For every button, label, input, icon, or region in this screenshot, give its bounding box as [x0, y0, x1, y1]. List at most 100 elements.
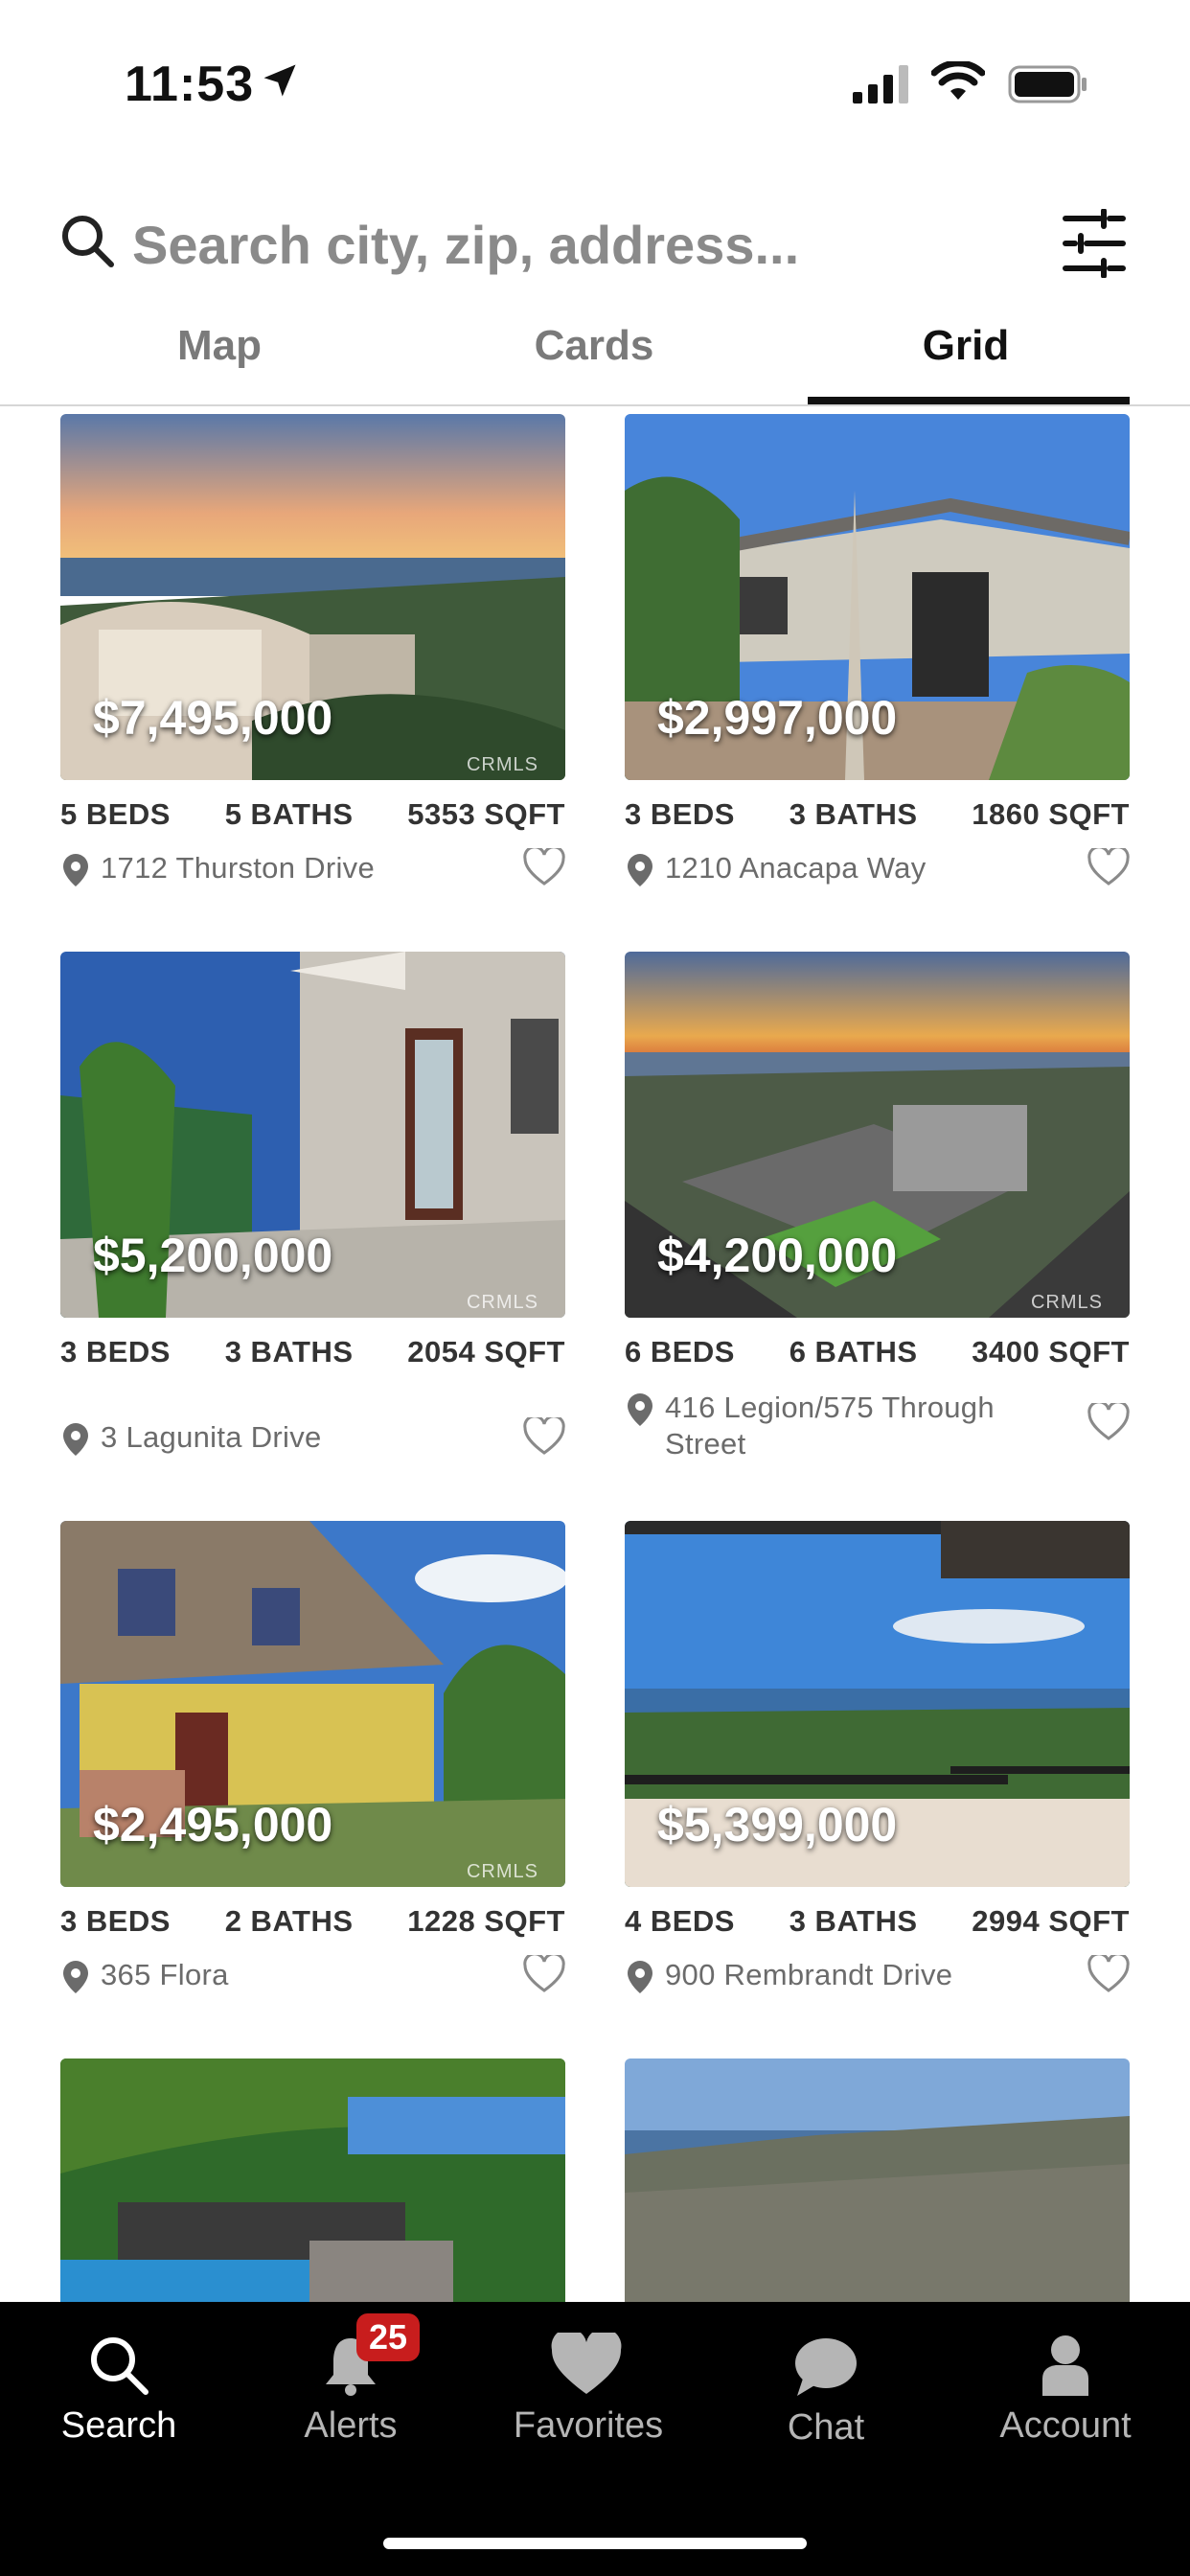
sqft-value: 3400 SQFT — [972, 1335, 1130, 1368]
wifi-icon — [931, 61, 985, 100]
listing-price: $2,495,000 — [93, 1798, 333, 1852]
tab-grid[interactable]: Grid — [808, 322, 1124, 404]
beds-count: 6 BEDS — [625, 1335, 735, 1368]
mls-watermark: CRMLS — [1030, 1292, 1103, 1313]
baths-count: 6 BATHS — [789, 1335, 918, 1368]
tabbar-account[interactable]: Account — [947, 2302, 1184, 2474]
search-icon — [62, 216, 114, 267]
listing-specs: 4 BEDS 3 BATHS 2994 SQFT — [625, 1904, 1130, 1939]
tabbar-label: Search — [60, 2405, 177, 2446]
search-input[interactable] — [132, 207, 918, 282]
cellular-signal-icon — [853, 65, 908, 104]
listing-price: $2,997,000 — [657, 691, 898, 745]
status-bar: 11:53 — [0, 0, 1190, 144]
listing-card[interactable]: $5,200,000 CRMLS 3 BEDS 3 BATHS 2054 SQF… — [60, 952, 565, 1488]
beds-count: 3 BEDS — [60, 1904, 171, 1938]
status-time: 11:53 — [125, 57, 255, 112]
listing-address: 365 Flora — [101, 1958, 229, 1991]
listing-price: $5,399,000 — [657, 1798, 898, 1852]
baths-count: 5 BATHS — [224, 797, 354, 831]
listing-specs: 3 BEDS 2 BATHS 1228 SQFT — [60, 1904, 565, 1939]
listing-photo-image — [60, 2058, 565, 2302]
mls-watermark: CRMLS — [466, 754, 538, 775]
location-pin-icon — [628, 1393, 652, 1426]
listing-specs: 6 BEDS 6 BATHS 3400 SQFT — [625, 1335, 1130, 1369]
listing-address: 1210 Anacapa Way — [665, 851, 927, 885]
tabbar-favorites[interactable]: Favorites — [469, 2302, 707, 2474]
alerts-badge: 25 — [356, 2313, 420, 2361]
baths-count: 2 BATHS — [224, 1904, 354, 1938]
listing-photo[interactable]: $5,399,000 — [625, 1521, 1130, 1887]
mls-watermark: CRMLS — [466, 1292, 538, 1313]
sqft-value: 2054 SQFT — [407, 1335, 565, 1368]
tab-map[interactable]: Map — [61, 322, 378, 404]
listing-card[interactable]: $2,997,000 3 BEDS 3 BATHS 1860 SQFT 1210… — [625, 414, 1130, 912]
listing-photo[interactable]: $2,495,000 CRMLS — [60, 1521, 565, 1887]
beds-count: 5 BEDS — [60, 797, 171, 831]
tabbar-label: Chat — [787, 2407, 865, 2448]
active-tab-indicator — [808, 397, 1130, 404]
tabbar-alerts[interactable]: Alerts — [232, 2302, 469, 2474]
listing-photo[interactable]: $2,997,000 — [625, 414, 1130, 780]
bottom-tab-bar: Search Alerts Favorites Chat Account — [0, 2302, 1190, 2576]
mls-watermark: CRMLS — [466, 1861, 538, 1882]
listing-specs: 3 BEDS 3 BATHS 2054 SQFT — [60, 1335, 565, 1369]
tabbar-search[interactable]: Search — [0, 2302, 238, 2474]
location-pin-icon — [628, 1961, 652, 1993]
listing-card[interactable]: $4,200,000 CRMLS 6 BEDS 6 BATHS 3400 SQF… — [625, 952, 1130, 1488]
listing-address: 3 Lagunita Drive — [101, 1420, 322, 1454]
baths-count: 3 BATHS — [789, 797, 918, 831]
sqft-value: 2994 SQFT — [972, 1904, 1130, 1938]
sqft-value: 1860 SQFT — [972, 797, 1130, 831]
chat-bubble-icon — [795, 2338, 857, 2396]
tabbar-chat[interactable]: Chat — [707, 2302, 945, 2474]
sqft-value: 1228 SQFT — [407, 1904, 565, 1938]
home-indicator — [383, 2538, 807, 2549]
listing-card[interactable] — [625, 2058, 1130, 2302]
listing-specs: 3 BEDS 3 BATHS 1860 SQFT — [625, 797, 1130, 832]
listing-photo-image — [625, 2058, 1130, 2302]
location-pin-icon — [63, 1423, 88, 1456]
sqft-value: 5353 SQFT — [407, 797, 565, 831]
tab-cards[interactable]: Cards — [436, 322, 752, 404]
view-tabs: Map Cards Grid — [0, 316, 1190, 406]
beds-count: 3 BEDS — [60, 1335, 171, 1368]
beds-count: 3 BEDS — [625, 797, 735, 831]
search-bar — [0, 192, 1190, 297]
listing-price: $5,200,000 — [93, 1229, 333, 1282]
listing-photo[interactable]: $4,200,000 CRMLS — [625, 952, 1130, 1318]
favorite-heart-icon[interactable] — [523, 1955, 565, 1993]
listing-card[interactable]: $5,399,000 4 BEDS 3 BATHS 2994 SQFT 900 … — [625, 1521, 1130, 2019]
listing-address: 416 Legion/575 Through Street — [665, 1391, 995, 1460]
baths-count: 3 BATHS — [789, 1904, 918, 1938]
listing-address: 900 Rembrandt Drive — [665, 1958, 953, 1991]
heart-icon — [551, 2333, 622, 2394]
location-pin-icon — [63, 1961, 88, 1993]
listing-address: 1712 Thurston Drive — [101, 851, 376, 885]
listing-specs: 5 BEDS 5 BATHS 5353 SQFT — [60, 797, 565, 832]
location-pin-icon — [628, 854, 652, 886]
listing-photo[interactable]: $5,200,000 CRMLS — [60, 952, 565, 1318]
favorite-heart-icon[interactable] — [1087, 848, 1130, 886]
person-icon — [1042, 2335, 1088, 2396]
favorite-heart-icon[interactable] — [523, 1417, 565, 1456]
location-arrow-icon — [263, 64, 296, 97]
listing-card[interactable] — [60, 2058, 565, 2302]
listing-card[interactable]: $7,495,000 CRMLS 5 BEDS 5 BATHS 5353 SQF… — [60, 414, 565, 912]
favorite-heart-icon[interactable] — [1087, 1403, 1130, 1441]
listing-photo[interactable] — [60, 2058, 565, 2302]
listing-price: $7,495,000 — [93, 691, 333, 745]
listing-price: $4,200,000 — [657, 1229, 898, 1282]
location-pin-icon — [63, 854, 88, 886]
tabbar-label: Favorites — [513, 2405, 664, 2446]
favorite-heart-icon[interactable] — [1087, 1955, 1130, 1993]
listing-photo[interactable] — [625, 2058, 1130, 2302]
beds-count: 4 BEDS — [625, 1904, 735, 1938]
battery-icon — [1008, 65, 1087, 104]
favorite-heart-icon[interactable] — [523, 848, 565, 886]
filter-sliders-icon[interactable] — [1062, 209, 1127, 278]
listing-photo[interactable]: $7,495,000 CRMLS — [60, 414, 565, 780]
tabbar-label: Alerts — [304, 2405, 398, 2446]
listing-card[interactable]: $2,495,000 CRMLS 3 BEDS 2 BATHS 1228 SQF… — [60, 1521, 565, 2019]
search-icon — [91, 2337, 149, 2395]
